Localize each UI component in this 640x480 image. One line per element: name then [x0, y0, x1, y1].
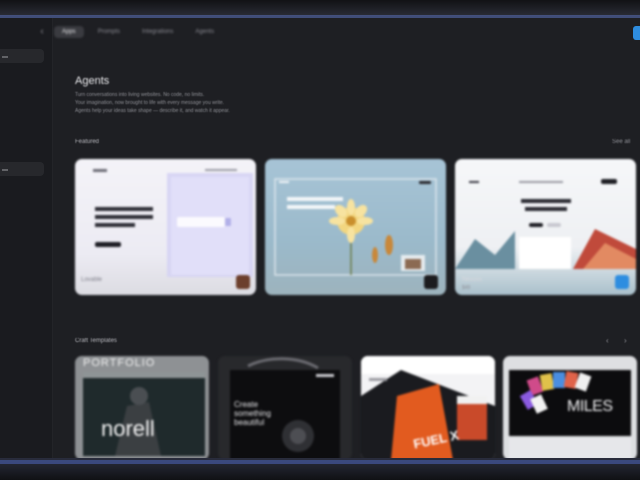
card-preview	[455, 179, 636, 269]
template-card-fuelx[interactable]: FUEL X	[361, 356, 495, 460]
featured-see-all-link[interactable]: See all	[612, 139, 630, 145]
page-title: Agents	[75, 75, 110, 87]
templates-section-title: Craft Templates	[75, 338, 117, 344]
description-line: Your imagination, now brought to life wi…	[75, 100, 225, 106]
back-icon[interactable]: ‹	[36, 26, 48, 38]
card-price: $49	[462, 285, 471, 291]
top-tabs: ‹ Apps Prompts Integrations Agents	[36, 26, 222, 38]
scroll-right-icon[interactable]: ›	[624, 336, 627, 345]
template-headline: Create something beautiful	[234, 400, 271, 427]
template-logo-text: norell	[101, 416, 155, 441]
sidebar	[0, 18, 53, 460]
sidebar-item-marker	[2, 169, 8, 171]
tab-apps[interactable]: Apps	[54, 26, 84, 38]
description-line: Turn conversations into living websites.…	[75, 92, 205, 98]
featured-card-framer[interactable]	[265, 159, 446, 295]
screen-glow-line	[0, 460, 640, 464]
description-line: Agents help your ideas take shape — desc…	[75, 108, 230, 114]
screen-bezel-top	[0, 0, 640, 16]
tab-agents[interactable]: Agents	[187, 26, 222, 38]
template-headline: MILES	[567, 398, 613, 415]
card-name: Lovable	[81, 277, 103, 283]
tab-prompts[interactable]: Prompts	[90, 26, 128, 38]
creator-avatar-icon	[424, 275, 438, 289]
page-description: Turn conversations into living websites.…	[75, 91, 305, 115]
template-card-create[interactable]: Create something beautiful	[218, 356, 352, 460]
featured-card-nexuss[interactable]: Nexuss $49	[455, 159, 636, 295]
scroll-left-icon[interactable]: ‹	[606, 336, 609, 345]
creator-avatar-icon	[236, 275, 250, 289]
featured-card-lovable[interactable]: Lovable	[75, 159, 256, 295]
notification-icon[interactable]	[633, 26, 640, 40]
card-name: Nexuss	[462, 277, 483, 283]
template-headline: PORTFOLIO	[83, 357, 156, 369]
app-window: ‹ Apps Prompts Integrations Agents Agent…	[0, 18, 640, 460]
card-preview	[93, 169, 253, 277]
featured-section-title: Featured	[75, 139, 100, 145]
creator-avatar-icon	[615, 275, 629, 289]
tab-integrations[interactable]: Integrations	[134, 26, 181, 38]
template-card-miles[interactable]: MILES	[503, 356, 637, 460]
card-preview	[274, 178, 437, 276]
template-card-portfolio[interactable]: PORTFOLIO norell	[75, 356, 209, 460]
card-preview	[83, 372, 205, 456]
sidebar-item-marker	[2, 56, 8, 58]
